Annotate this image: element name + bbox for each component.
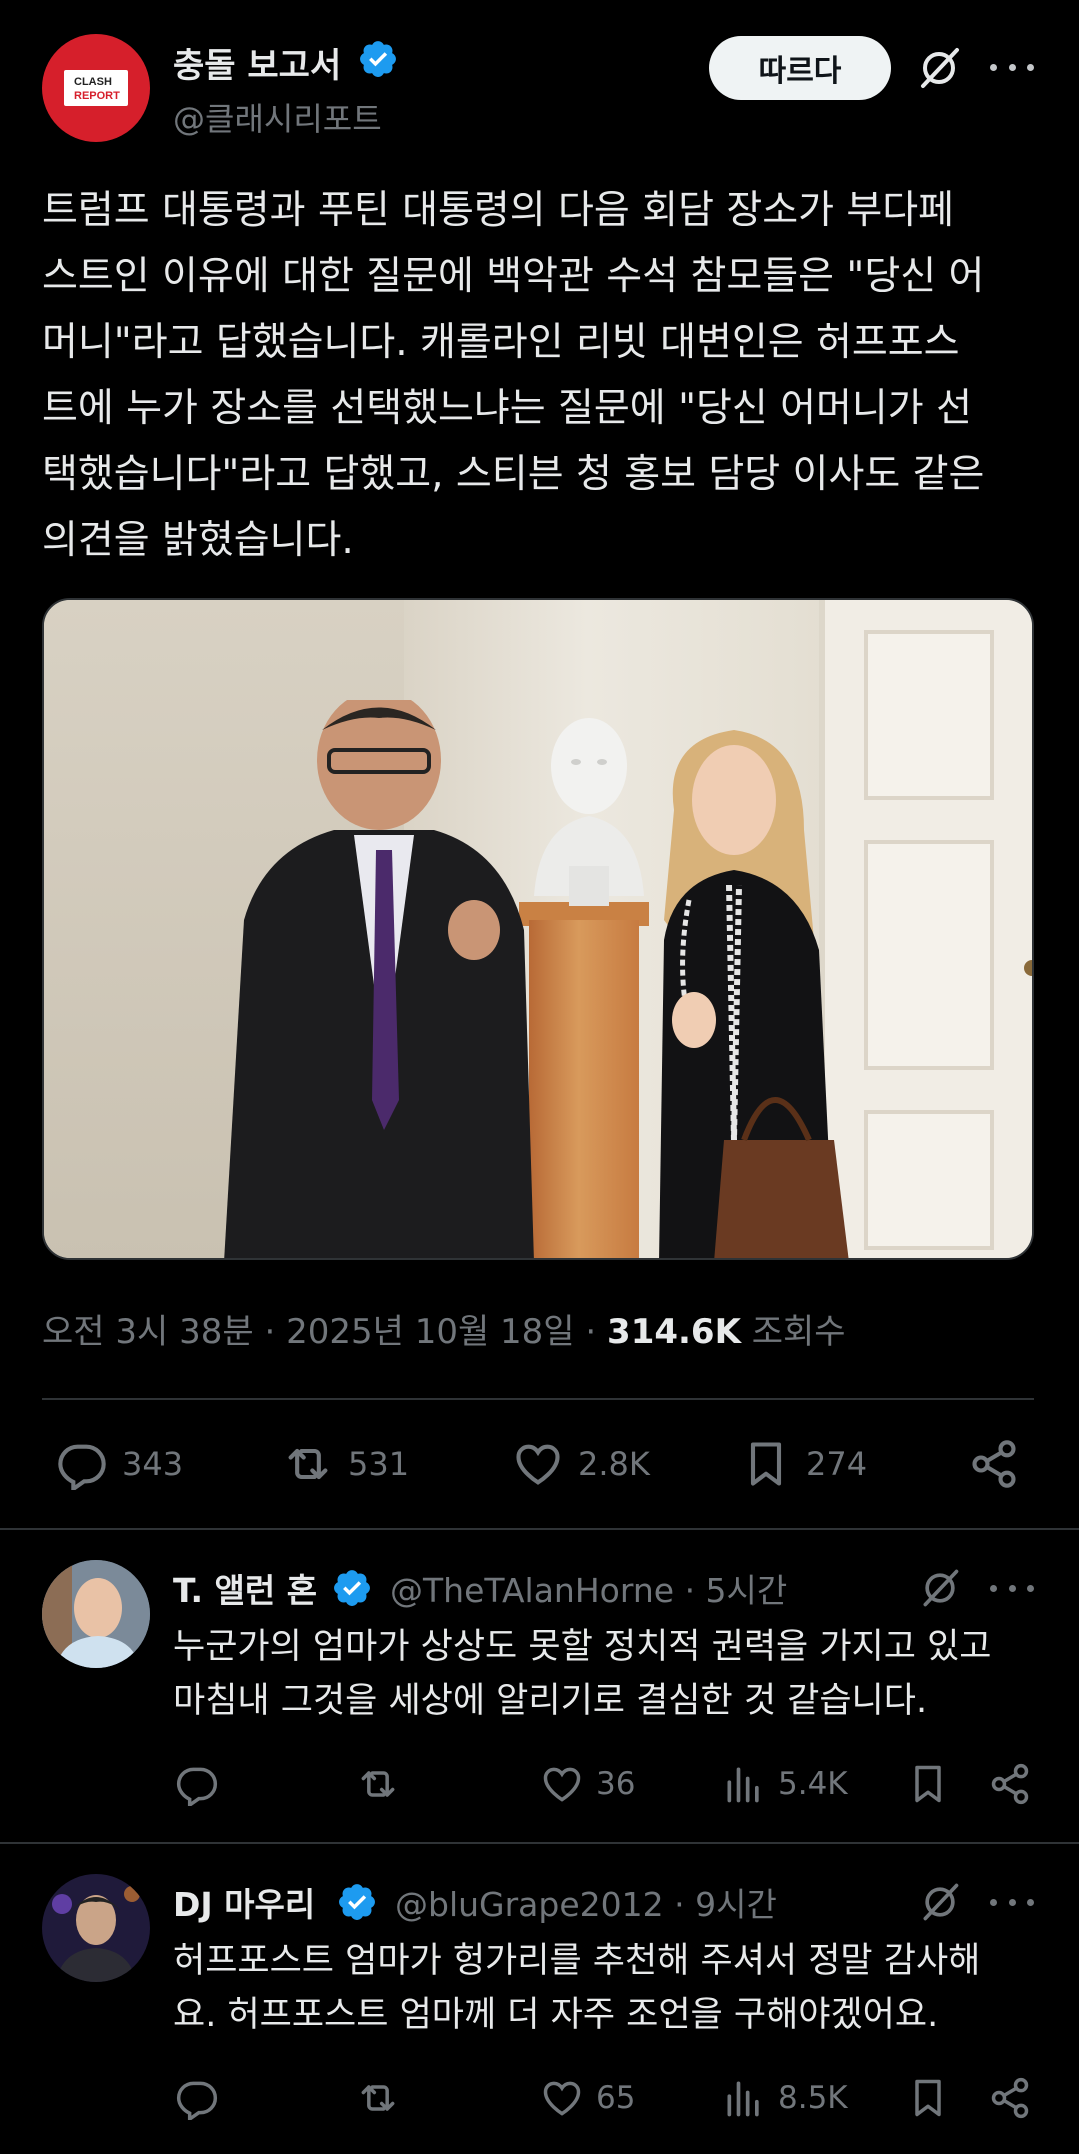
reply-count: 343 (122, 1445, 184, 1483)
bookmark-button[interactable] (906, 2076, 962, 2120)
repost-button[interactable] (356, 2076, 412, 2120)
more-icon[interactable] (990, 60, 1034, 74)
bookmark-button[interactable] (906, 1762, 962, 1806)
reply-handle: @bluGrape2012 (395, 1885, 664, 1924)
bookmark-icon (915, 1765, 941, 1803)
reply-time: · 5시간 (684, 1571, 788, 1610)
author-display-name[interactable]: 충돌 보고서 (173, 38, 341, 87)
like-icon (543, 1767, 581, 1802)
views-button[interactable]: 8.5K (722, 2076, 848, 2120)
reply-button[interactable] (175, 1762, 231, 1806)
share-button[interactable] (968, 1438, 1034, 1490)
share-icon (991, 2077, 1029, 2119)
more-icon[interactable] (990, 1895, 1034, 1909)
share-button[interactable] (988, 1762, 1044, 1806)
reply-icon (58, 1444, 106, 1490)
follow-label: 따르다 (758, 54, 842, 89)
views-count: 5.4K (778, 1766, 848, 1802)
views-icon (727, 1767, 759, 1803)
like-icon (516, 1444, 560, 1485)
reply-text: 허프포스트 엄마가 헝가리를 추천해 주셔서 정말 감사해 요. 허프포스트 엄… (173, 1941, 981, 2035)
reply-time: · 9시간 (674, 1885, 777, 1924)
views-count: 8.5K (778, 2080, 848, 2116)
verified-badge-icon (360, 41, 396, 77)
like-button[interactable]: 2.8K (512, 1438, 650, 1490)
repost-icon (361, 2085, 395, 2111)
divider (0, 1528, 1079, 1530)
views-icon (727, 2081, 759, 2117)
reply-handle-line[interactable]: @TheTAlanHorne · 5시간 (390, 1564, 787, 1612)
bookmark-icon (750, 1442, 782, 1486)
reply-handle: @TheTAlanHorne (390, 1571, 675, 1610)
bookmark-button[interactable]: 274 (740, 1438, 867, 1490)
repost-icon (288, 1448, 328, 1480)
like-button[interactable]: 36 (540, 1762, 635, 1806)
author-avatar[interactable]: CLASH REPORT (42, 34, 150, 142)
reply-icon (176, 2081, 218, 2120)
bookmark-count: 274 (806, 1445, 868, 1483)
grok-icon[interactable] (915, 44, 963, 92)
reply-avatar[interactable] (42, 1560, 150, 1668)
avatar-logo-text-2: REPORT (74, 90, 120, 102)
author-handle[interactable]: @클래시리포트 (173, 94, 382, 140)
reply-button[interactable]: 343 (56, 1438, 183, 1490)
avatar-logo-text-1: CLASH (74, 76, 112, 88)
reply-avatar[interactable] (42, 1874, 150, 1982)
author-name-text: 충돌 보고서 (173, 46, 342, 86)
reply-handle-line[interactable]: @bluGrape2012 · 9시간 (395, 1878, 777, 1926)
share-icon (991, 1763, 1029, 1805)
bookmark-icon (915, 2079, 941, 2117)
tweet-date[interactable]: 2025년 10월 18일 (286, 1312, 575, 1352)
like-count: 65 (596, 2080, 636, 2116)
repost-button[interactable]: 531 (282, 1438, 409, 1490)
verified-badge-icon (334, 1570, 370, 1606)
repost-icon (361, 1771, 395, 1797)
reply-button[interactable] (175, 2076, 231, 2120)
like-button[interactable]: 65 (540, 2076, 635, 2120)
tweet-time[interactable]: 오전 3시 38분 (42, 1312, 254, 1352)
repost-button[interactable] (356, 1762, 412, 1806)
follow-button[interactable]: 따르다 (709, 36, 891, 100)
reply-text: 누군가의 엄마가 상상도 못할 정치적 권력을 가지고 있고 마침내 그것을 세… (173, 1627, 992, 1721)
reply-display-name[interactable]: T. 앨런 혼 (173, 1564, 317, 1612)
tweet-text: 트럼프 대통령과 푸틴 대통령의 다음 회담 장소가 부다페 스트인 이유에 대… (42, 188, 985, 563)
repost-count: 531 (348, 1445, 410, 1483)
views-button[interactable]: 5.4K (722, 1762, 848, 1806)
meta-separator: · (585, 1312, 597, 1352)
share-icon (972, 1440, 1016, 1488)
divider (42, 1398, 1034, 1400)
tweet-meta: 오전 3시 38분 · 2025년 10월 18일 · 314.6K 조회수 (42, 1304, 846, 1353)
like-count: 2.8K (578, 1445, 650, 1483)
share-button[interactable] (988, 2076, 1044, 2120)
grok-icon[interactable] (918, 1566, 962, 1610)
meta-separator: · (264, 1312, 276, 1352)
divider (0, 1842, 1079, 1844)
tweet-photo[interactable] (42, 598, 1034, 1260)
grok-icon[interactable] (918, 1880, 962, 1924)
view-count: 314.6K (607, 1312, 741, 1352)
reply-icon (176, 1767, 218, 1806)
like-count: 36 (596, 1766, 636, 1802)
view-count-label: 조회수 (751, 1312, 846, 1352)
reply-display-name[interactable]: DJ 마우리 (173, 1878, 315, 1926)
more-icon[interactable] (990, 1581, 1034, 1595)
like-icon (543, 2081, 581, 2116)
verified-badge-icon (339, 1884, 375, 1920)
